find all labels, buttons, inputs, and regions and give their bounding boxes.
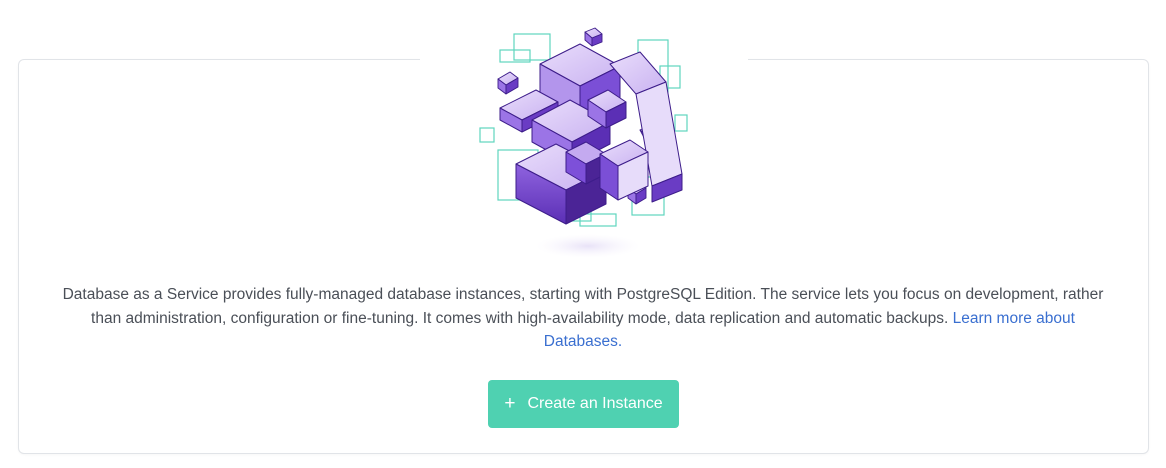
database-cubes-illustration	[479, 27, 688, 258]
page: Database as a Service provides fully-man…	[0, 0, 1166, 468]
service-description: Database as a Service provides fully-man…	[60, 283, 1106, 354]
create-instance-label: Create an Instance	[527, 395, 663, 412]
create-instance-button[interactable]: + Create an Instance	[488, 380, 679, 428]
description-text: Database as a Service provides fully-man…	[62, 286, 1104, 327]
plus-icon: +	[504, 392, 516, 414]
